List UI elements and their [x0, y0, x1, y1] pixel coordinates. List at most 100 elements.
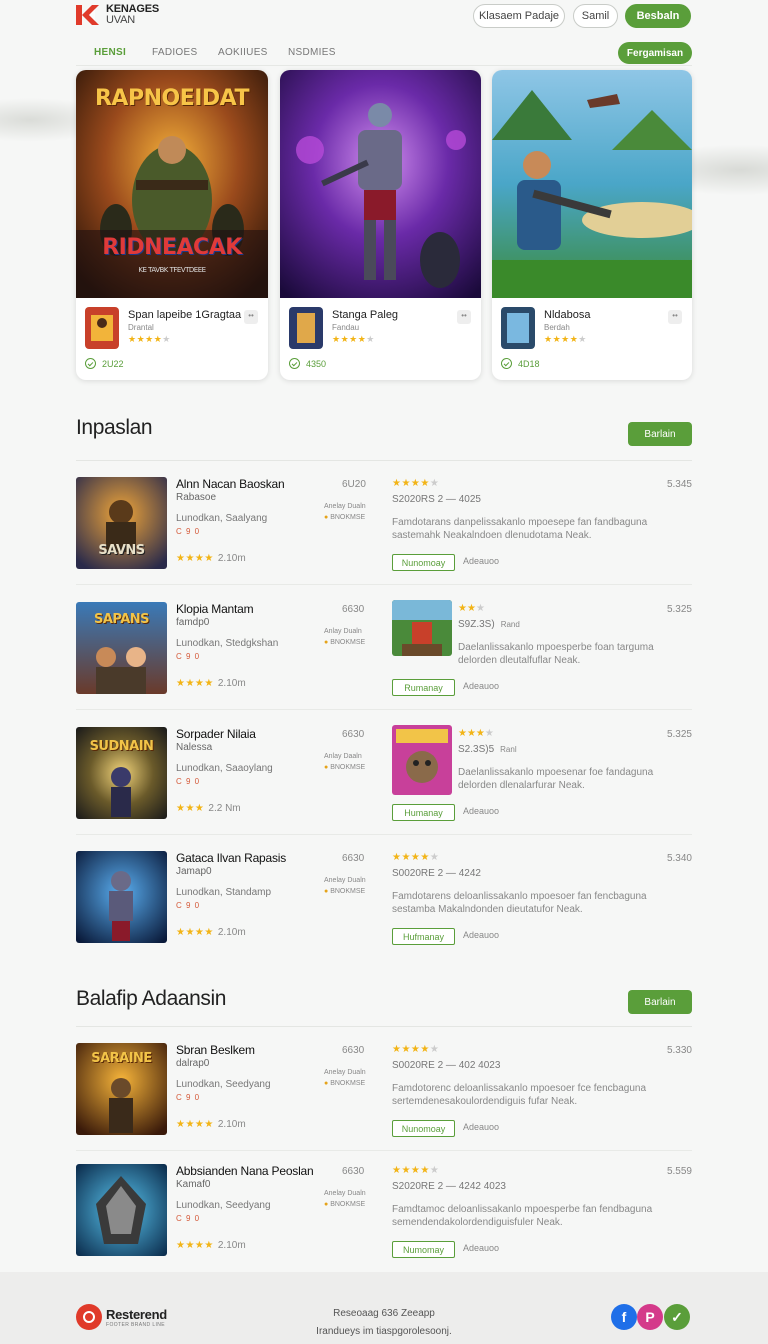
game-title[interactable]: Abbsianden Nana Peoslan [176, 1164, 314, 1178]
review-link[interactable]: Adeauoo [463, 1243, 499, 1253]
game-count: 6630 [342, 1166, 365, 1177]
game-title[interactable]: Klopia Mantam [176, 602, 254, 616]
check-icon [501, 358, 512, 369]
game-tags: Lunodkan, Saaoylang [176, 763, 273, 774]
review-stars: ★★★ [458, 603, 485, 614]
star-rating: ★★★★ 2.10m [176, 1240, 246, 1251]
review-link[interactable]: Adeauoo [463, 930, 499, 940]
game-subtitle: Rabasoe [176, 492, 217, 503]
featured-art-caption: KE TAVBK TFEVTDEEE [138, 266, 206, 274]
game-tags: Lunodkan, Seedyang [176, 1079, 271, 1090]
game-tags: Lunodkan, Saalyang [176, 513, 268, 524]
review-link[interactable]: Adeauoo [463, 1122, 499, 1132]
review-button[interactable]: Humanay [392, 804, 455, 821]
section-button[interactable]: Barlain [628, 422, 692, 446]
featured-art: RAPNOEIDAT RIDNEACAK KE TAVBK TFEVTDEEE [76, 70, 268, 298]
review-number: 5.559 [666, 1166, 692, 1177]
review-number: 5.345 [666, 479, 692, 490]
review-link[interactable]: Adeauoo [463, 681, 499, 691]
tab-fadioes[interactable]: FADIOES [152, 47, 197, 58]
review-text: Famdotarens deloanlissakanlo mpoesoer fa… [392, 891, 647, 915]
game-icons: C 9 0 [176, 652, 201, 661]
logo-mark-icon [76, 4, 102, 26]
review-date: S2.3S)5 Ranl [458, 744, 517, 755]
featured-thumb [289, 307, 323, 349]
list-item[interactable]: Gataca Ilvan Rapasis Jamap0 Lunodkan, St… [76, 835, 692, 959]
more-icon[interactable]: •• [668, 310, 682, 324]
featured-subtitle: Drantal [128, 323, 154, 332]
header: KENAGES UVAN Klasaem Padaje Samil Besbal… [0, 0, 768, 34]
nav-tabs: HENSI FADIOES AOKIIUES NSDMIES Fergamisa… [76, 42, 692, 66]
game-thumbnail: SUDNAIN [76, 727, 167, 819]
review-number: 5.325 [666, 604, 692, 615]
list-item[interactable]: SAVNS Alnn Nacan Baoskan Rabasoe Lunodka… [76, 461, 692, 585]
section-title: Balafip Adaansin [76, 987, 227, 1010]
review-button[interactable]: Hufmanay [392, 928, 455, 945]
featured-thumb [85, 307, 119, 349]
featured-art [492, 70, 692, 298]
game-subtitle: dalrap0 [176, 1058, 210, 1069]
tab-nsdmies[interactable]: NSDMIES [288, 47, 336, 58]
featured-meta: 4D18 [501, 358, 540, 369]
facebook-icon[interactable]: f [611, 1304, 637, 1330]
review-link[interactable]: Adeauoo [463, 556, 499, 566]
game-count: 6U20 [342, 479, 366, 490]
tab-hensi[interactable]: HENSI [94, 47, 126, 58]
section-title: Inpaslan [76, 416, 153, 439]
review-stars: ★★★★★ [392, 478, 440, 489]
game-title[interactable]: Gataca Ilvan Rapasis [176, 851, 286, 865]
list-item[interactable]: SUDNAIN Sorpader Nilaia Nalessa Lunodkan… [76, 711, 692, 835]
header-button-2[interactable]: Samil [573, 4, 618, 28]
featured-card[interactable]: RAPNOEIDAT RIDNEACAK KE TAVBK TFEVTDEEE … [76, 70, 268, 380]
review-text: Famdotarans danpelissakanlo mpoesepe fan… [392, 517, 648, 541]
list-item[interactable]: SARAINE Sbran Beslkem dalrap0 Lunodkan, … [76, 1027, 692, 1151]
star-rating: ★★★★ 2.10m [176, 927, 246, 938]
game-title[interactable]: Sorpader Nilaia [176, 727, 256, 741]
review-stars: ★★★★★ [392, 1044, 440, 1055]
thumbnail-label: SAPANS [93, 612, 150, 627]
game-thumbnail: SARAINE [76, 1043, 167, 1135]
game-count: 6630 [342, 604, 365, 615]
review-button[interactable]: Numomay [392, 1241, 455, 1258]
more-icon[interactable]: •• [244, 310, 258, 324]
game-title[interactable]: Alnn Nacan Baoskan [176, 477, 285, 491]
footer: Resterend FOOTER BRAND LINE Reseoaag 636… [0, 1272, 768, 1344]
tab-aokiiues[interactable]: AOKIIUES [218, 47, 268, 58]
review-date: S0020RE 2 — 4242 [392, 868, 481, 879]
more-icon[interactable]: •• [457, 310, 471, 324]
review-button[interactable]: Nunomoay [392, 1120, 455, 1137]
game-subtitle: Nalessa [176, 742, 213, 753]
review-date: S2020RS 2 — 4025 [392, 494, 481, 505]
check-badge-icon[interactable]: ✓ [664, 1304, 690, 1330]
review-button[interactable]: Rumanay [392, 679, 455, 696]
header-button-3[interactable]: Besbaln [625, 4, 691, 28]
featured-card[interactable]: Stanga Paleg Fandau ★★★★★ •• 4350 [280, 70, 481, 380]
check-icon [85, 358, 96, 369]
thumbnail-label: SUDNAIN [89, 739, 154, 754]
game-tags: Lunodkan, Seedyang [176, 1200, 271, 1211]
game-title[interactable]: Sbran Beslkem [176, 1043, 255, 1057]
list-item[interactable]: SAPANS Klopia Mantam famdp0 Lunodkan, St… [76, 586, 692, 710]
star-rating: ★★★ 2.2 Nm [176, 803, 241, 814]
review-stars: ★★★★★ [392, 852, 440, 863]
list-item[interactable]: Abbsianden Nana Peoslan Kamaf0 Lunodkan,… [76, 1148, 692, 1272]
game-thumbnail: SAPANS [76, 602, 167, 694]
game-meta: Anelay Dualn ● BNOKMSE [324, 1190, 366, 1208]
game-subtitle: Kamaf0 [176, 1179, 211, 1190]
logo[interactable]: KENAGES UVAN [76, 4, 159, 26]
review-thumbnail [392, 725, 452, 795]
check-icon [289, 358, 300, 369]
nav-action-button[interactable]: Fergamisan [618, 42, 692, 64]
section-button[interactable]: Barlain [628, 990, 692, 1014]
featured-card[interactable]: Nldabosa Berdah ★★★★★ •• 4D18 [492, 70, 692, 380]
pinterest-icon[interactable]: P [637, 1304, 663, 1330]
review-text: Daelanlissakanlo mpoesperbe foan targuma… [458, 642, 654, 666]
review-text: Famdotorenc deloanlissakanlo mpoesoer fc… [392, 1083, 647, 1107]
review-link[interactable]: Adeauoo [463, 806, 499, 816]
review-button[interactable]: Nunomoay [392, 554, 455, 571]
row-divider [76, 709, 692, 710]
star-rating: ★★★★ 2.10m [176, 678, 246, 689]
game-thumbnail [76, 1164, 167, 1256]
review-number: 5.340 [666, 853, 692, 864]
header-button-1[interactable]: Klasaem Padaje [473, 4, 565, 28]
